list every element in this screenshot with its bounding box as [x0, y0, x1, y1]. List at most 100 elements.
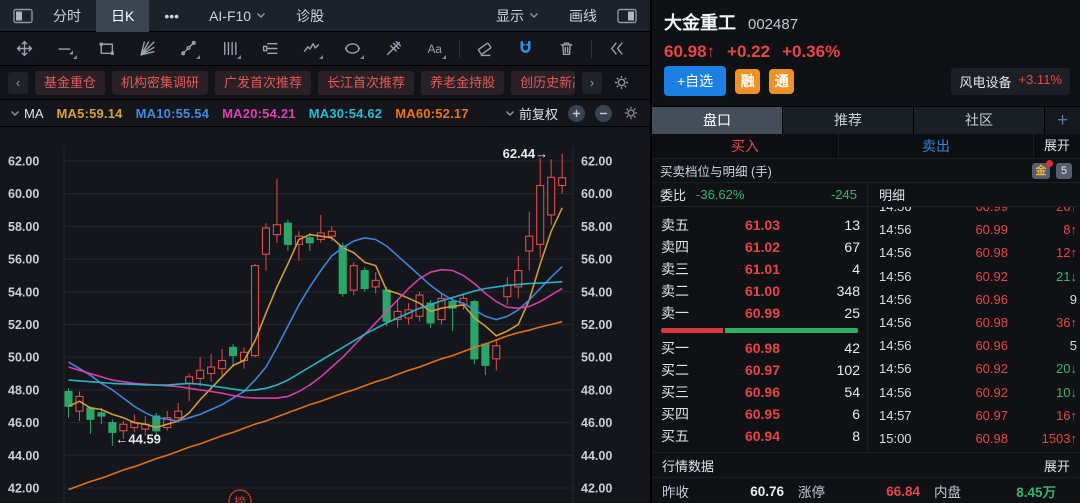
tags-next-button[interactable]: › [582, 72, 602, 94]
vertical-lines-icon[interactable] [209, 32, 250, 66]
orderbook-row[interactable]: 卖三61.014 [652, 258, 867, 280]
ellipse-icon[interactable] [332, 32, 373, 66]
news-tag[interactable]: 长江首次推荐 [318, 71, 414, 95]
toggle-right-panel-icon[interactable] [612, 0, 642, 32]
notification-dot [1046, 160, 1053, 167]
weibi-pct: -36.62% [696, 187, 744, 202]
tab-AI-F10[interactable]: AI-F10 [194, 0, 281, 32]
text-icon[interactable]: Aa [414, 32, 455, 66]
svg-text:54.00: 54.00 [581, 285, 612, 299]
expand-market-data-button[interactable]: 展开 [1044, 456, 1070, 475]
ma30-legend: MA30:54.62 [309, 106, 383, 121]
svg-text:58.00: 58.00 [8, 220, 39, 234]
tags-prev-button[interactable]: ‹ [8, 72, 28, 94]
orderbook-row[interactable]: 买三60.9654 [652, 381, 867, 403]
add-tab-button[interactable]: + [1045, 107, 1080, 134]
connect-badge: 通 [769, 69, 794, 94]
zoom-in-icon[interactable] [568, 105, 585, 122]
orderbook-row[interactable]: 买一60.9842 [652, 337, 867, 359]
rake-icon[interactable] [373, 32, 414, 66]
drawing-toolbar: Aa [0, 32, 650, 66]
svg-text:54.00: 54.00 [8, 285, 39, 299]
wave-icon[interactable] [291, 32, 332, 66]
tags-settings-gear-icon[interactable] [609, 71, 633, 95]
move-icon[interactable] [4, 32, 45, 66]
orderbook-row[interactable]: 卖四61.0267 [652, 236, 867, 258]
tab-•••[interactable]: ••• [149, 0, 194, 32]
trade-details-list[interactable]: 14:5660.9926↑14:5660.998↑14:5660.9812↑14… [867, 207, 1080, 452]
period-tabs: 分时日K•••AI-F10诊股 [38, 0, 339, 32]
buy-button[interactable]: 买入 [652, 134, 839, 158]
svg-text:46.00: 46.00 [581, 416, 612, 430]
rank-stamp-icon: 榜 [234, 494, 246, 503]
high-price-annotation: 62.44→ [503, 146, 549, 161]
chart-settings-gear-icon[interactable] [622, 104, 640, 122]
news-tag[interactable]: 创历史新高 [511, 71, 575, 95]
orderbook-row[interactable]: 买二60.97102 [652, 359, 867, 381]
svg-text:44.00: 44.00 [8, 449, 39, 463]
magnet-icon[interactable] [505, 32, 546, 66]
svg-text:58.00: 58.00 [581, 220, 612, 234]
add-watchlist-button[interactable]: +自选 [664, 66, 726, 96]
svg-text:60.00: 60.00 [581, 187, 612, 201]
panel-tab-社区[interactable]: 社区 [914, 107, 1045, 134]
orderbook-row[interactable]: 卖一60.9925 [652, 302, 867, 324]
panel-tab-推荐[interactable]: 推荐 [783, 107, 914, 134]
trade-detail-row: 14:5660.9836↑ [868, 311, 1080, 334]
market-stat: 昨收60.76 [662, 481, 798, 501]
level-count-badge[interactable]: 5 [1056, 163, 1072, 179]
rect-icon[interactable] [86, 32, 127, 66]
orderbook-row[interactable]: 卖五61.0313 [652, 214, 867, 236]
news-tag[interactable]: 广发首次推荐 [215, 71, 311, 95]
news-tag[interactable]: 养老金持股 [421, 71, 504, 95]
low-price-annotation: ←44.59 [115, 432, 161, 447]
trade-detail-row: 14:5660.998↑ [868, 218, 1080, 241]
toggle-left-panel-icon[interactable] [8, 0, 38, 32]
sector-name: 风电设备 [959, 72, 1011, 91]
orderbook-row[interactable]: 买四60.956 [652, 403, 867, 425]
svg-text:56.00: 56.00 [8, 253, 39, 267]
adjust-mode-dropdown[interactable]: 前复权 [505, 104, 558, 123]
tab-诊股[interactable]: 诊股 [281, 0, 339, 32]
price-change-pct: +0.36% [782, 42, 840, 62]
svg-text:42.00: 42.00 [581, 482, 612, 496]
measure-icon[interactable] [168, 32, 209, 66]
ma-collapse-chevron-icon[interactable]: MA [10, 106, 44, 121]
gann-grid-icon[interactable] [250, 32, 291, 66]
tab-日K[interactable]: 日K [96, 0, 149, 32]
ma-right-controls: 前复权 [505, 104, 640, 123]
trash-icon[interactable] [546, 32, 587, 66]
zoom-out-icon[interactable] [595, 105, 612, 122]
display-controls: 显示画线 [481, 0, 612, 32]
svg-text:56.00: 56.00 [581, 253, 612, 267]
levels-title-row: 买卖档位与明细 (手) 金 5 [652, 159, 1080, 183]
gann-fan-icon[interactable] [127, 32, 168, 66]
button-画线[interactable]: 画线 [554, 0, 612, 32]
ma-legend: MA5:59.14MA10:55.54MA20:54.21MA30:54.62M… [57, 106, 469, 121]
weibi-label: 委比 [660, 185, 686, 204]
expand-orderbook-button[interactable]: 展开 [1034, 134, 1080, 158]
last-price: 60.98↑ [664, 42, 715, 62]
panel-tab-盘口[interactable]: 盘口 [652, 107, 783, 134]
trade-detail-row: 14:5660.9812↑ [868, 241, 1080, 264]
trend-line-icon[interactable] [45, 32, 86, 66]
eraser-icon[interactable] [464, 32, 505, 66]
candlestick-chart[interactable]: 62.0062.0060.0060.0058.0058.0056.0056.00… [0, 126, 650, 503]
orderbook-row[interactable]: 买五60.948 [652, 425, 867, 447]
orderbook-row[interactable]: 卖二61.00348 [652, 280, 867, 302]
price-row: 60.98↑ +0.22 +0.36% [664, 42, 1070, 62]
chart-topbar: 分时日K•••AI-F10诊股 显示画线 [0, 0, 650, 32]
news-tag[interactable]: 机构密集调研 [112, 71, 208, 95]
button-显示[interactable]: 显示 [481, 0, 554, 32]
collapse-icon[interactable] [596, 32, 637, 66]
market-stat: 涨停66.84 [798, 481, 934, 501]
gold-level-badge[interactable]: 金 [1032, 163, 1050, 179]
market-stat: 内盘8.45万 [934, 481, 1070, 501]
order-book: 卖五61.0313卖四61.0267卖三61.014卖二61.00348卖一60… [652, 207, 867, 452]
details-header: 明细 [867, 183, 1080, 206]
weibi-row: 委比 -36.62% -245 明细 [652, 183, 1080, 207]
sector-chip[interactable]: 风电设备 +3.11% [951, 68, 1070, 95]
tab-分时[interactable]: 分时 [38, 0, 96, 32]
news-tag[interactable]: 基金重仓 [35, 71, 105, 95]
sell-button[interactable]: 卖出 [839, 134, 1034, 158]
